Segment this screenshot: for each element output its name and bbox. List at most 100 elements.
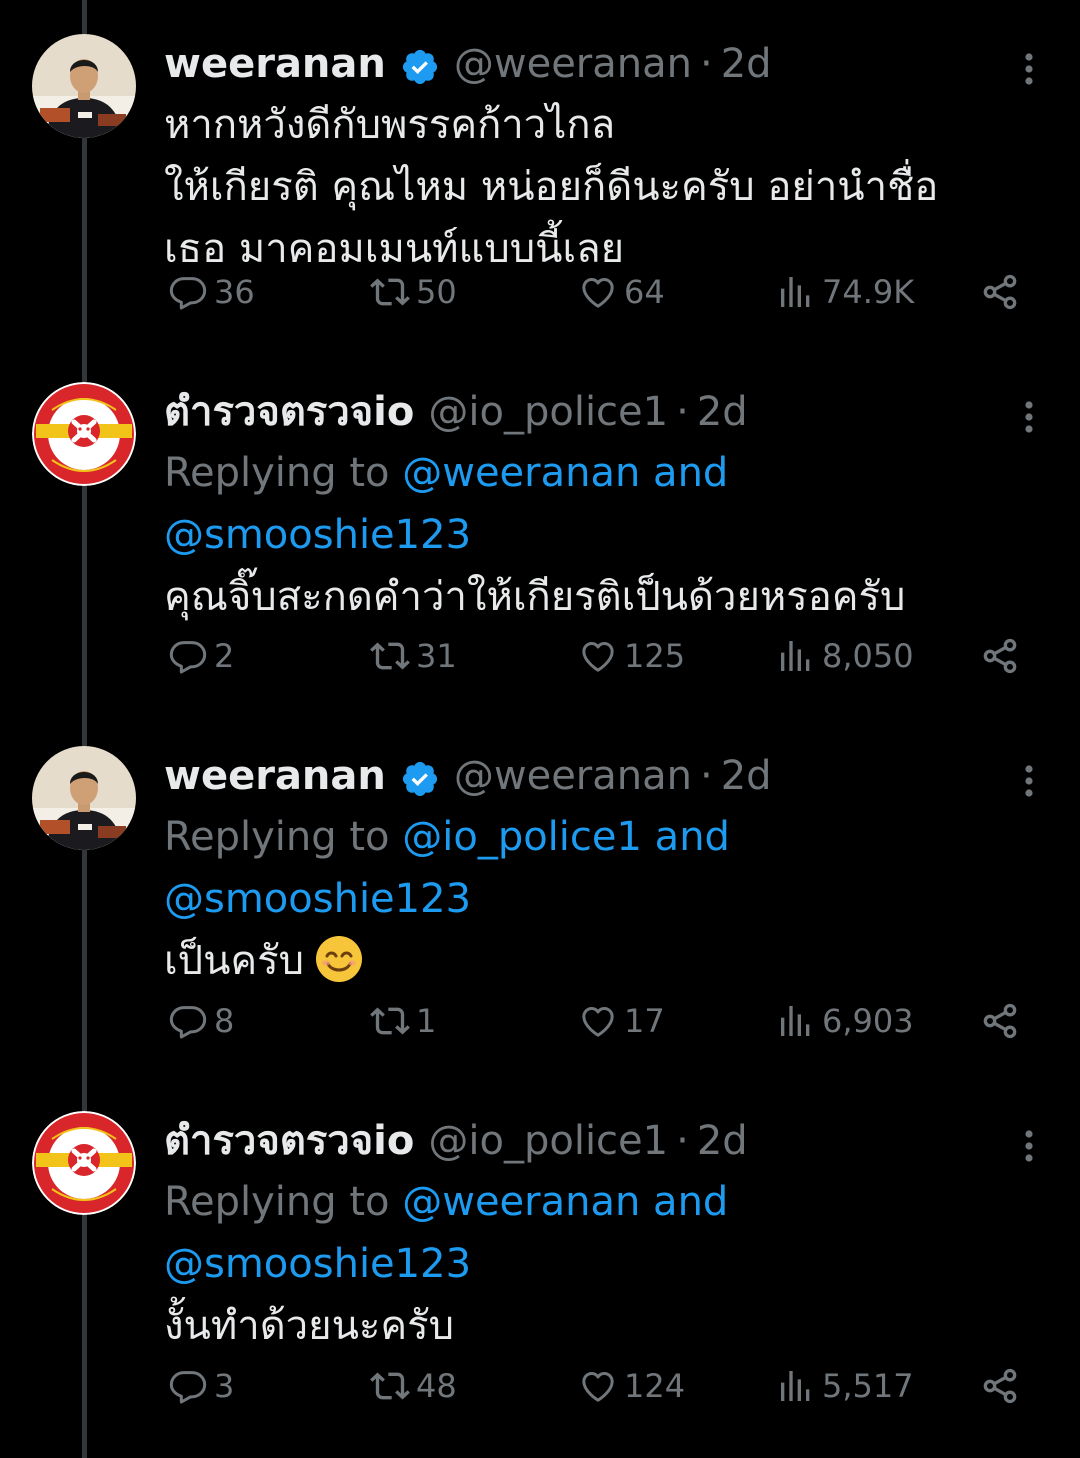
- user-handle[interactable]: @io_police1: [428, 1111, 668, 1171]
- tweet-body: weeranan @weeranan · 2d Replying to @io_poli…: [164, 746, 1044, 992]
- reply-count: 3: [214, 1367, 235, 1405]
- bar-chart-icon: [776, 272, 822, 312]
- mention-link[interactable]: @io_police1: [402, 814, 642, 860]
- reply-button[interactable]: 8: [168, 996, 234, 1046]
- tweet-header: weeranan @weeranan · 2d: [164, 34, 1044, 94]
- avatar[interactable]: [32, 34, 136, 138]
- retweet-button[interactable]: 1: [370, 996, 436, 1046]
- avatar[interactable]: [32, 382, 136, 486]
- user-handle[interactable]: @weeranan: [454, 34, 692, 94]
- mention-link[interactable]: @weeranan: [402, 450, 640, 496]
- separator-dot: ·: [699, 41, 713, 87]
- retweet-button[interactable]: 31: [370, 631, 457, 681]
- tweet-body: ตำรวจตรวจio @io_police1 · 2d Replying to @we…: [164, 382, 1044, 628]
- mention-link[interactable]: @smooshie123: [164, 1241, 471, 1287]
- tweet-text: คุณจิ๊บสะกดคำว่าให้เกียรติเป็นด้วยหรอครั…: [164, 566, 1044, 628]
- retweet-count: 1: [416, 1002, 437, 1040]
- share-button[interactable]: [980, 267, 1026, 317]
- share-icon: [980, 636, 1026, 676]
- separator-dot: ·: [699, 753, 713, 799]
- share-icon: [980, 1001, 1026, 1041]
- retweet-button[interactable]: 48: [370, 1361, 457, 1411]
- user-handle[interactable]: @weeranan: [454, 746, 692, 806]
- timestamp[interactable]: 2d: [697, 382, 748, 442]
- user-handle[interactable]: @io_police1: [428, 382, 668, 442]
- tweet-actions: 8 1 17 6,903: [164, 996, 1044, 1046]
- display-name[interactable]: weeranan: [164, 34, 386, 94]
- like-count: 17: [624, 1002, 665, 1040]
- views-count: 74.9K: [822, 273, 915, 311]
- retweet-count: 50: [416, 273, 457, 311]
- replying-to: Replying to @weeranan and @smooshie123: [164, 442, 864, 566]
- timestamp[interactable]: 2d: [721, 746, 772, 806]
- mention-link[interactable]: @smooshie123: [164, 876, 471, 922]
- retweet-button[interactable]: 50: [370, 267, 457, 317]
- views-button[interactable]: 8,050: [776, 631, 914, 681]
- conversation-thread: weeranan @weeranan · 2d หากหวังดีกับพรรคก้าว…: [0, 0, 1080, 1458]
- views-count: 8,050: [822, 637, 914, 675]
- profile-photo-icon: [32, 746, 136, 850]
- separator-dot: ·: [676, 1118, 689, 1164]
- display-name[interactable]: ตำรวจตรวจio: [164, 1111, 414, 1171]
- like-count: 64: [624, 273, 665, 311]
- reply-button[interactable]: 3: [168, 1361, 234, 1411]
- avatar[interactable]: [32, 1111, 136, 1215]
- reply-icon: [168, 1366, 214, 1406]
- mention-link[interactable]: @smooshie123: [164, 512, 471, 558]
- reply-icon: [168, 1001, 214, 1041]
- police-badge-logo-icon: [32, 1111, 136, 1215]
- replying-to: Replying to @io_police1 and @smooshie123: [164, 806, 864, 930]
- reply-button[interactable]: 36: [168, 267, 255, 317]
- retweet-icon: [370, 636, 416, 676]
- tweet-actions: 36 50 64 74.9K: [164, 267, 1044, 317]
- heart-icon: [578, 1366, 624, 1406]
- bar-chart-icon: [776, 636, 822, 676]
- tweet-text-content: คุณจิ๊บสะกดคำว่าให้เกียรติเป็นด้วยหรอครั…: [164, 574, 906, 620]
- bar-chart-icon: [776, 1001, 822, 1041]
- retweet-icon: [370, 272, 416, 312]
- timestamp[interactable]: 2d: [721, 34, 772, 94]
- tweet-header: ตำรวจตรวจio @io_police1 · 2d: [164, 1111, 1044, 1171]
- like-button[interactable]: 17: [578, 996, 665, 1046]
- share-icon: [980, 1366, 1026, 1406]
- display-name[interactable]: weeranan: [164, 746, 386, 806]
- tweet-text-content: หากหวังดีกับพรรคก้าวไกล ให้เกียรติ คุณไห…: [164, 102, 939, 272]
- views-button[interactable]: 74.9K: [776, 267, 914, 317]
- like-count: 125: [624, 637, 686, 675]
- display-name[interactable]: ตำรวจตรวจio: [164, 382, 414, 442]
- more-options-icon[interactable]: [1014, 1123, 1044, 1163]
- more-options-icon[interactable]: [1014, 394, 1044, 434]
- thread-connector-line: [82, 0, 87, 1458]
- like-button[interactable]: 125: [578, 631, 685, 681]
- timestamp[interactable]: 2d: [697, 1111, 748, 1171]
- reply-icon: [168, 636, 214, 676]
- tweet-text: เป็นครับ: [164, 930, 1044, 992]
- share-button[interactable]: [980, 996, 1026, 1046]
- replying-to-label: Replying to: [164, 450, 403, 496]
- share-icon: [980, 272, 1026, 312]
- avatar[interactable]: [32, 746, 136, 850]
- share-button[interactable]: [980, 1361, 1026, 1411]
- tweet-header: ตำรวจตรวจio @io_police1 · 2d: [164, 382, 1044, 442]
- heart-icon: [578, 636, 624, 676]
- replying-to: Replying to @weeranan and @smooshie123: [164, 1171, 864, 1295]
- views-count: 5,517: [822, 1367, 914, 1405]
- more-options-icon[interactable]: [1014, 46, 1044, 86]
- mention-link[interactable]: @weeranan: [402, 1179, 640, 1225]
- tweet-actions: 2 31 125 8,050: [164, 631, 1044, 681]
- tweet-text: งั้นทำด้วยนะครับ: [164, 1295, 1044, 1357]
- views-button[interactable]: 6,903: [776, 996, 914, 1046]
- bar-chart-icon: [776, 1366, 822, 1406]
- like-button[interactable]: 64: [578, 267, 665, 317]
- share-button[interactable]: [980, 631, 1026, 681]
- tweet-actions: 3 48 124 5,517: [164, 1361, 1044, 1411]
- reply-button[interactable]: 2: [168, 631, 234, 681]
- like-count: 124: [624, 1367, 686, 1405]
- reply-count: 8: [214, 1002, 235, 1040]
- like-button[interactable]: 124: [578, 1361, 685, 1411]
- views-button[interactable]: 5,517: [776, 1361, 914, 1411]
- more-options-icon[interactable]: [1014, 758, 1044, 798]
- separator-dot: ·: [676, 389, 689, 435]
- verified-badge-icon: [400, 756, 440, 797]
- heart-icon: [578, 1001, 624, 1041]
